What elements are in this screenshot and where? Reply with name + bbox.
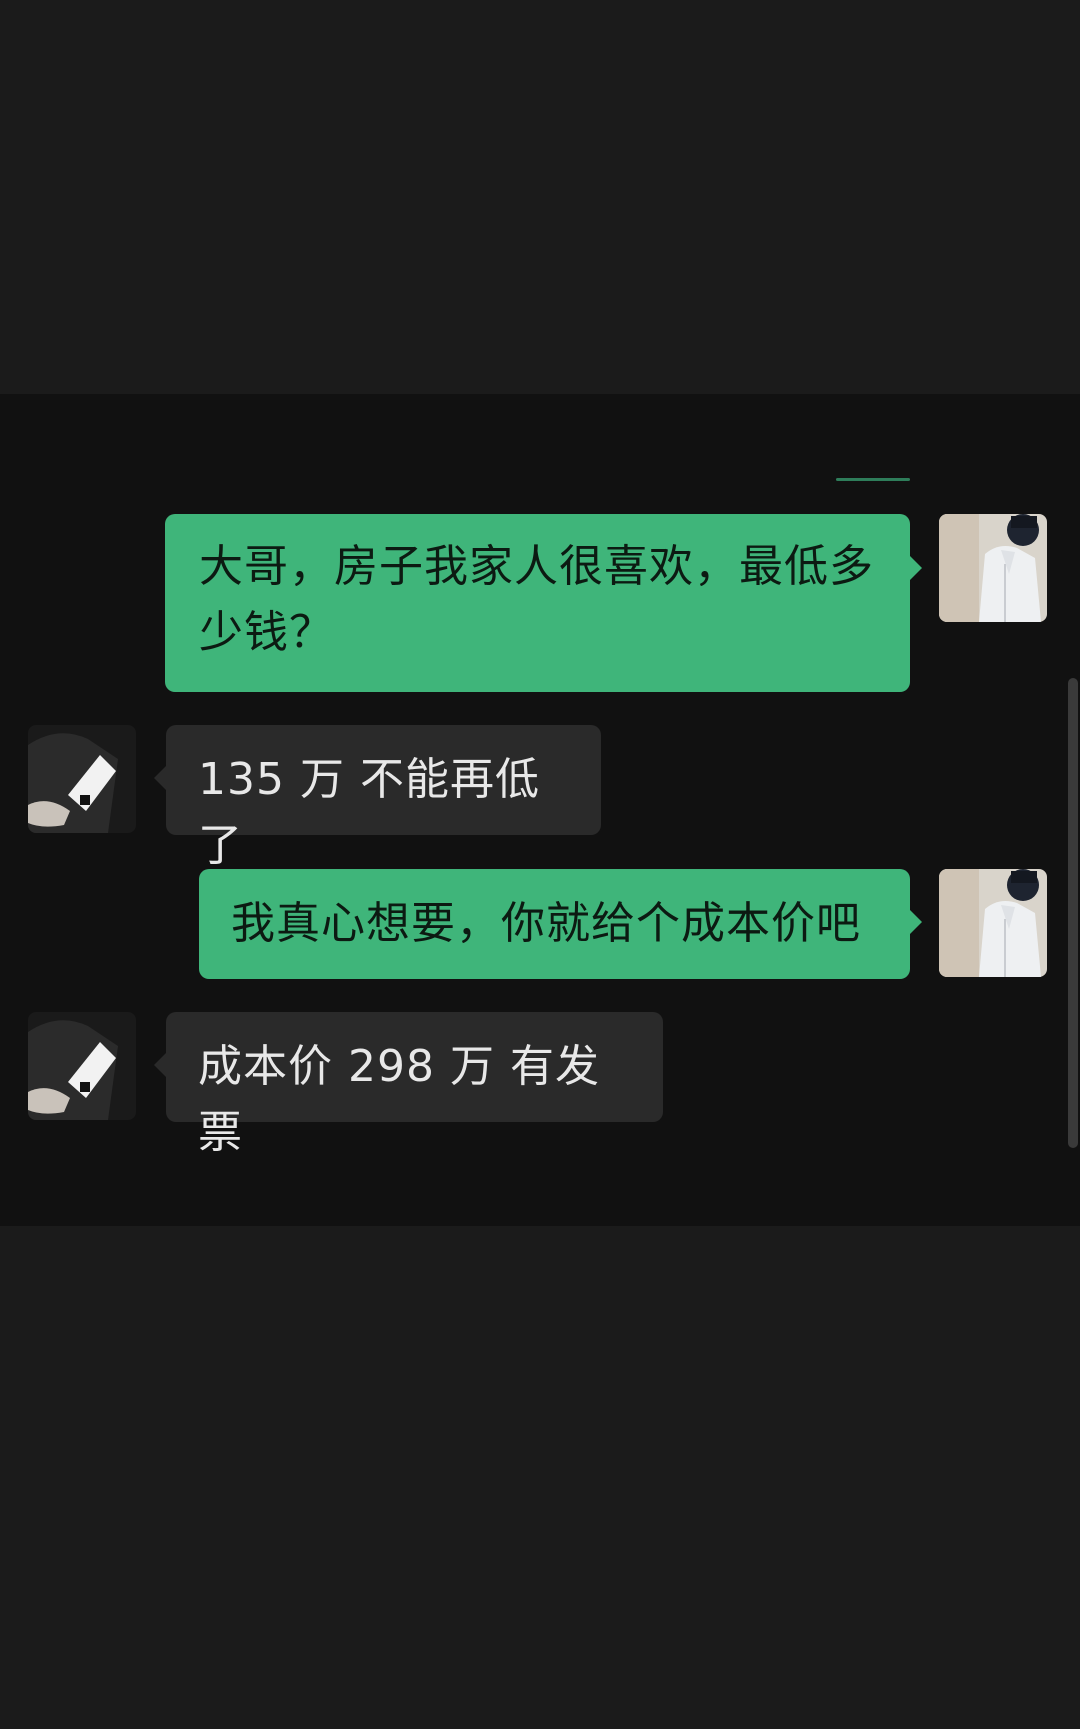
cufflink-avatar-icon xyxy=(28,1012,136,1120)
bubble-tail xyxy=(910,556,922,580)
message-text: 我真心想要，你就给个成本价吧 xyxy=(231,898,861,949)
bubble-tail xyxy=(154,766,166,790)
self-avatar[interactable] xyxy=(939,514,1047,622)
tab-indicator xyxy=(836,478,910,481)
bottom-blank-area xyxy=(0,1226,1080,1729)
message-text: 135 万 不能再低了 xyxy=(198,754,540,871)
message-text: 大哥，房子我家人很喜欢，最低多少钱？ xyxy=(199,541,874,658)
person-avatar-icon xyxy=(939,869,1047,977)
received-message-bubble[interactable]: 成本价 298 万 有发票 xyxy=(166,1012,663,1158)
message-text: 成本价 298 万 有发票 xyxy=(198,1041,600,1158)
self-avatar[interactable] xyxy=(939,869,1047,977)
contact-avatar[interactable] xyxy=(28,725,136,833)
bubble-tail xyxy=(154,1053,166,1077)
cufflink-avatar-icon xyxy=(28,725,136,833)
sent-message-bubble[interactable]: 我真心想要，你就给个成本价吧 xyxy=(199,869,910,979)
sent-message-bubble[interactable]: 大哥，房子我家人很喜欢，最低多少钱？ xyxy=(165,514,910,692)
person-avatar-icon xyxy=(939,514,1047,622)
chat-message-list[interactable]: 大哥，房子我家人很喜欢，最低多少钱？ 135 万 不能再低了 我真心想要，你就给… xyxy=(0,394,1080,1226)
contact-avatar[interactable] xyxy=(28,1012,136,1120)
top-blank-area xyxy=(0,0,1080,394)
bubble-tail xyxy=(910,910,922,934)
received-message-bubble[interactable]: 135 万 不能再低了 xyxy=(166,725,601,871)
scrollbar[interactable] xyxy=(1068,678,1078,1148)
